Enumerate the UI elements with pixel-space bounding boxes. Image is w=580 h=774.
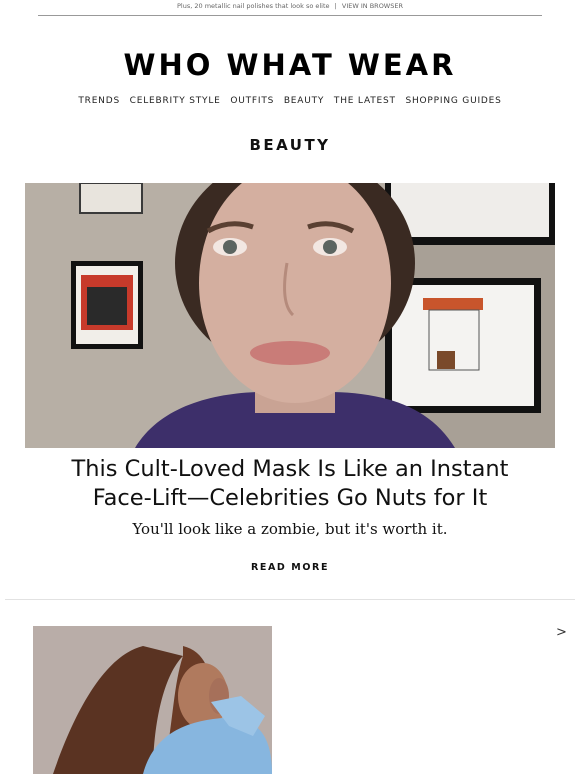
headline-line-1[interactable]: This Cult-Loved Mask Is Like an Instant [40, 455, 540, 484]
nav-item-trends[interactable]: TRENDS [78, 96, 120, 106]
nav-item-shopping-guides[interactable]: SHOPPING GUIDES [405, 96, 501, 106]
nav-item-outfits[interactable]: OUTFITS [230, 96, 274, 106]
next-arrow-icon[interactable]: > [556, 625, 567, 640]
main-nav: TRENDS CELEBRITY STYLE OUTFITS BEAUTY TH… [0, 96, 580, 106]
section-title: BEAUTY [249, 136, 331, 154]
nav-item-the-latest[interactable]: THE LATEST [334, 96, 396, 106]
nav-item-beauty[interactable]: BEAUTY [284, 96, 324, 106]
hero-photo-icon [25, 183, 555, 448]
top-divider [38, 15, 542, 16]
read-more-button[interactable]: READ MORE [0, 562, 580, 573]
preheader-separator: | [334, 2, 337, 10]
brand-logo[interactable]: WHO WHAT WEAR [0, 48, 580, 82]
hero-dek: You'll look like a zombie, but it's wort… [132, 520, 448, 538]
nav-item-celebrity-style[interactable]: CELEBRITY STYLE [130, 96, 221, 106]
section-divider [5, 599, 575, 600]
preheader-text: Plus, 20 metallic nail polishes that loo… [177, 2, 330, 10]
thumbnail-photo-icon [33, 626, 272, 774]
preheader: Plus, 20 metallic nail polishes that loo… [0, 0, 580, 12]
next-story-image[interactable] [33, 626, 272, 774]
hero-image[interactable] [25, 183, 555, 448]
hero-headline[interactable]: This Cult-Loved Mask Is Like an Instant … [40, 455, 540, 513]
headline-line-2[interactable]: Face-Lift—Celebrities Go Nuts for It [40, 484, 540, 513]
view-in-browser-link[interactable]: VIEW IN BROWSER [342, 2, 403, 10]
